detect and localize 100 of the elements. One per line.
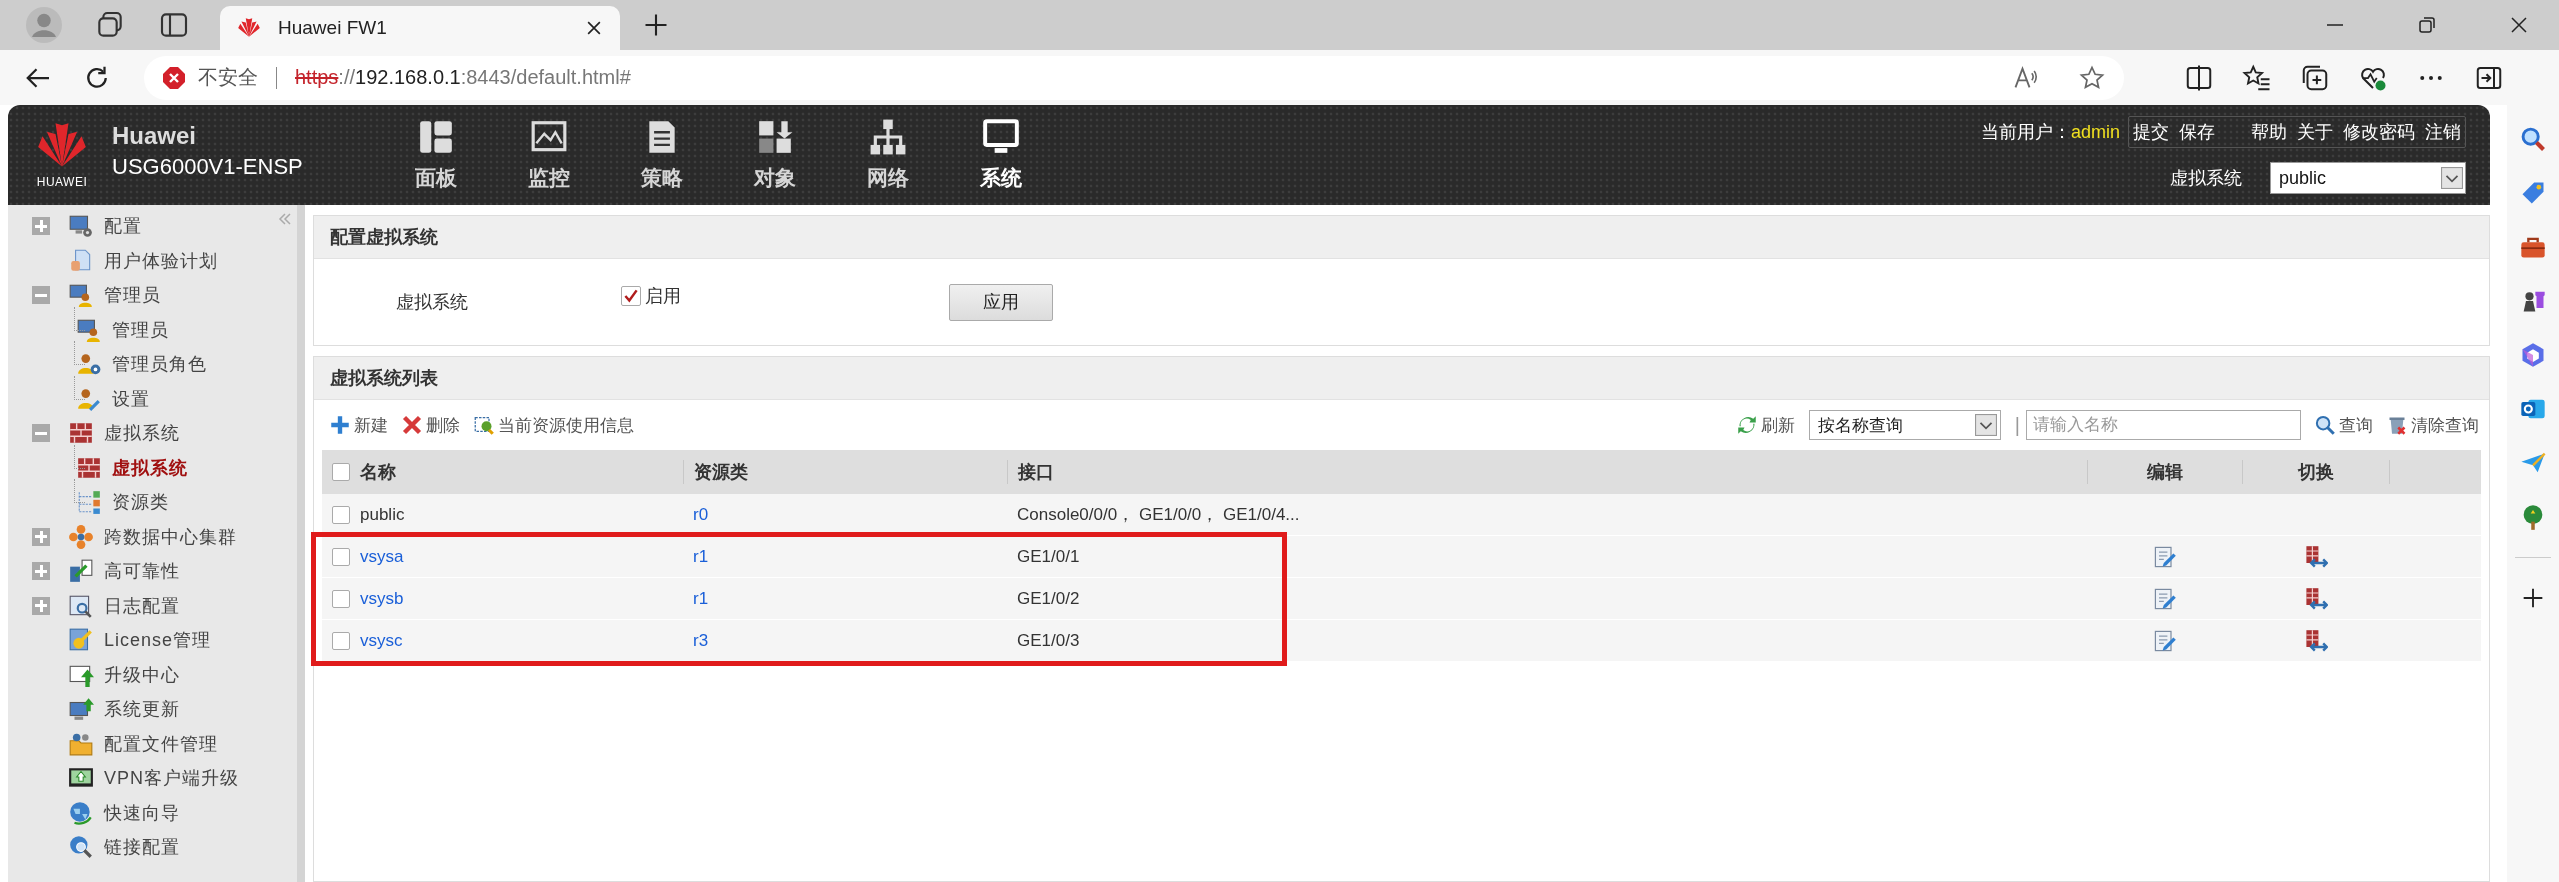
query-mode-select[interactable]: 按名称查询	[1808, 410, 2001, 440]
url-text: https://192.168.0.1:8443/default.html#	[295, 66, 631, 89]
network-icon	[868, 118, 907, 156]
header-link[interactable]: 帮助	[2251, 120, 2287, 144]
header-link[interactable]: 关于	[2297, 120, 2333, 144]
star-icon[interactable]	[2078, 63, 2106, 92]
search-button[interactable]: 查询	[2315, 413, 2373, 437]
vsys-label: 虚拟系统	[2170, 167, 2242, 190]
sidebar-item[interactable]: 系统更新	[104, 697, 180, 722]
column-header: 资源类	[694, 461, 748, 484]
vsys-name-link[interactable]: vsysc	[360, 630, 403, 651]
monitor-person-icon	[68, 282, 94, 309]
refresh-button[interactable]: 刷新	[1736, 413, 1795, 437]
browser-tab[interactable]: Huawei FW1	[220, 6, 620, 50]
header-link[interactable]: 提交	[2133, 120, 2169, 144]
expand-toggle[interactable]	[32, 217, 50, 236]
search-field[interactable]: 请输入名称	[2026, 410, 2301, 440]
sidebar-item[interactable]: 配置	[104, 214, 142, 239]
sidebar-item[interactable]: 管理员角色	[112, 352, 207, 377]
toolbar-button[interactable]: 删除	[402, 413, 460, 437]
edit-icon[interactable]	[2152, 544, 2177, 569]
sidebar-item[interactable]: 资源类	[112, 490, 169, 515]
vsys-name-link[interactable]: vsysb	[360, 588, 404, 609]
sidebar-item[interactable]: License管理	[104, 628, 212, 653]
resource-class-link[interactable]: r1	[693, 588, 709, 609]
row-checkbox[interactable]	[332, 547, 350, 566]
resource-class-link[interactable]: r3	[693, 630, 709, 651]
sync-arrows-icon	[68, 558, 94, 585]
vsys-select[interactable]: public	[2270, 162, 2466, 194]
checkbox-label: 启用	[645, 285, 681, 308]
panel-title: 配置虚拟系统	[330, 226, 438, 249]
expand-toggle[interactable]	[32, 596, 50, 615]
select-all-checkbox[interactable]	[332, 463, 350, 481]
sidebar-item[interactable]: 日志配置	[104, 593, 180, 618]
edit-icon[interactable]	[2152, 586, 2177, 611]
plus-icon	[330, 415, 350, 435]
sidebar-item[interactable]: 升级中心	[104, 662, 180, 687]
trash-icon	[2387, 415, 2407, 435]
clear-search-button[interactable]: 清除查询	[2387, 413, 2479, 437]
sidebar-item[interactable]: 管理员	[112, 317, 169, 342]
apply-button[interactable]: 应用	[949, 283, 1053, 321]
monitor-icon	[981, 118, 1020, 156]
sidebar-item[interactable]: 虚拟系统	[104, 421, 180, 446]
row-checkbox[interactable]	[332, 505, 350, 524]
nav-tab[interactable]: 监控	[492, 105, 605, 205]
delete-icon	[402, 415, 422, 435]
sidebar-item[interactable]: 链接配置	[104, 835, 180, 860]
sidebar-item[interactable]: 用户体验计划	[104, 248, 218, 273]
sidebar-item[interactable]: 管理员	[104, 283, 161, 308]
resource-class-link[interactable]: r1	[693, 546, 709, 567]
column-header: 编辑	[2147, 461, 2183, 484]
sidebar-item[interactable]: 跨数据中心集群	[104, 524, 237, 549]
sidebar-item[interactable]: VPN客户端升级	[104, 766, 239, 791]
switch-icon[interactable]	[2303, 544, 2328, 569]
search-icon[interactable]	[2519, 125, 2547, 153]
favorites-icon[interactable]	[2242, 62, 2272, 93]
toolbar-button[interactable]: 当前资源使用信息	[474, 413, 634, 437]
security-label[interactable]: 不安全	[198, 64, 258, 91]
enable-checkbox[interactable]	[621, 286, 641, 306]
sidebar-item[interactable]: 配置文件管理	[104, 731, 218, 756]
nav-tab[interactable]: 系统	[944, 105, 1057, 205]
column-header: 切换	[2298, 461, 2334, 484]
sidebar-item[interactable]: 虚拟系统	[112, 455, 188, 480]
table-cell: GE1/0/2	[1017, 588, 1080, 609]
address-field[interactable]: 不安全 https://192.168.0.1:8443/default.html#	[144, 55, 2124, 100]
row-checkbox[interactable]	[332, 589, 350, 608]
column-header: 接口	[1018, 461, 1054, 484]
header-link[interactable]: 修改密码	[2343, 120, 2415, 144]
panel-title: 虚拟系统列表	[330, 367, 438, 390]
device-model: USG6000V1-ENSP	[112, 154, 303, 180]
user-name: admin	[2070, 121, 2120, 143]
search-icon	[2315, 415, 2335, 435]
nav-tab[interactable]: 网络	[831, 105, 944, 205]
nav-tab[interactable]: 对象	[718, 105, 831, 205]
globe-icon	[68, 799, 94, 826]
monitor-upload-icon	[68, 696, 94, 723]
switch-icon[interactable]	[2303, 586, 2328, 611]
sidebar-item[interactable]: 高可靠性	[104, 559, 180, 584]
toolbar-button[interactable]: 新建	[330, 413, 388, 437]
switch-icon[interactable]	[2303, 628, 2328, 653]
table-cell: GE1/0/1	[1017, 546, 1080, 567]
sidebar-item[interactable]: 快速向导	[104, 800, 180, 825]
header-link[interactable]: 注销	[2425, 120, 2461, 144]
header-link[interactable]: 保存	[2179, 120, 2215, 144]
sidebar-item[interactable]: 设置	[112, 386, 150, 411]
warning-icon	[162, 65, 186, 90]
expand-toggle[interactable]	[32, 562, 50, 581]
nav-tab[interactable]: 策略	[605, 105, 718, 205]
resource-class-link[interactable]: r0	[693, 504, 709, 525]
brand-name: Huawei	[112, 122, 198, 150]
field-label: 虚拟系统	[396, 291, 469, 314]
row-checkbox[interactable]	[332, 631, 350, 650]
nav-tab[interactable]: 面板	[379, 105, 492, 205]
table-cell: GE1/0/3	[1017, 630, 1080, 651]
edit-icon[interactable]	[2152, 628, 2177, 653]
collapse-toggle[interactable]	[32, 424, 50, 443]
expand-toggle[interactable]	[32, 527, 50, 546]
vsys-name-link[interactable]: vsysa	[360, 546, 404, 567]
collapse-toggle[interactable]	[32, 286, 50, 305]
current-user-label: 当前用户：	[1980, 121, 2071, 144]
